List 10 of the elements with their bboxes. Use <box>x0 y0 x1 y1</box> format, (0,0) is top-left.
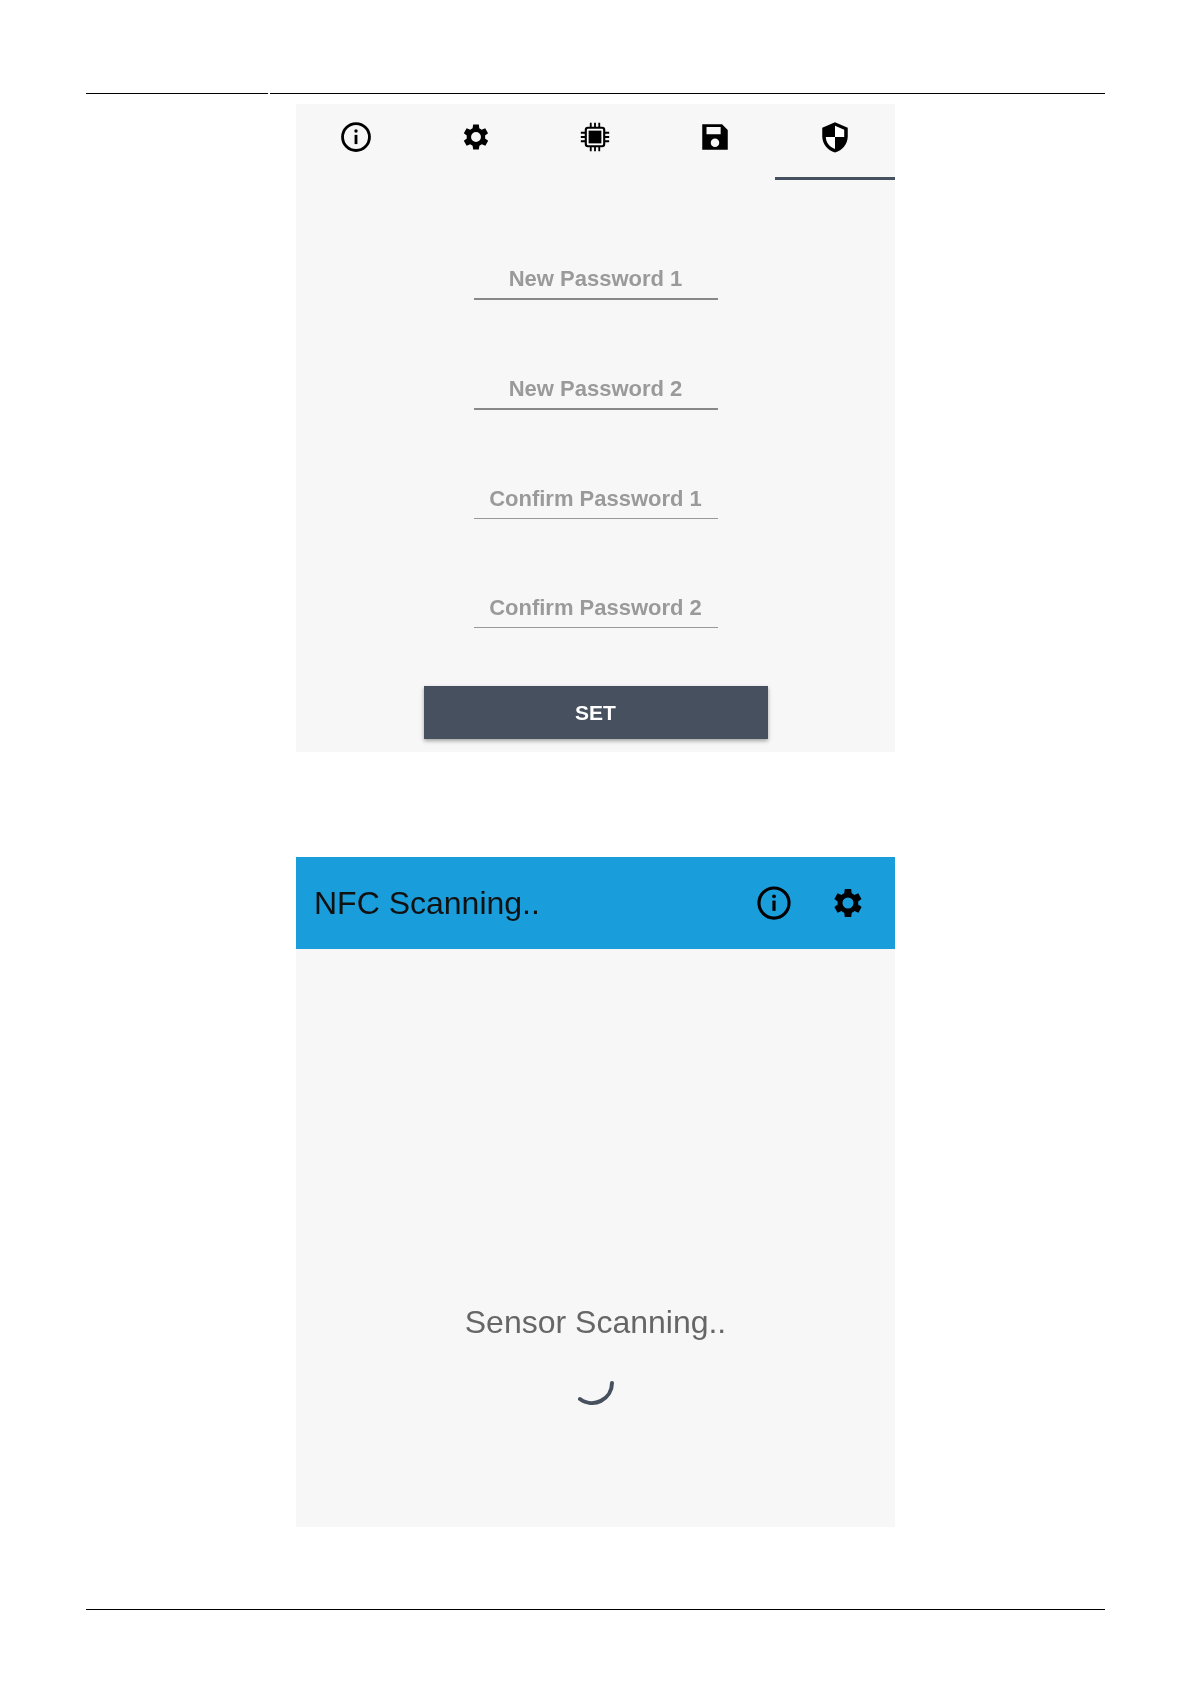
set-button[interactable]: SET <box>423 686 768 739</box>
loading-spinner <box>577 1381 614 1405</box>
app-title: NFC Scanning.. <box>314 884 541 922</box>
info-icon[interactable] <box>755 884 793 922</box>
info-icon <box>338 119 373 154</box>
password-field[interactable]: Confirm Password 1 <box>473 480 718 519</box>
status-text: Sensor Scanning.. <box>464 1304 727 1341</box>
password-field[interactable]: New Password 2 <box>473 370 718 410</box>
password-field[interactable]: Confirm Password 2 <box>473 589 718 628</box>
password-field[interactable]: New Password 1 <box>473 260 718 300</box>
